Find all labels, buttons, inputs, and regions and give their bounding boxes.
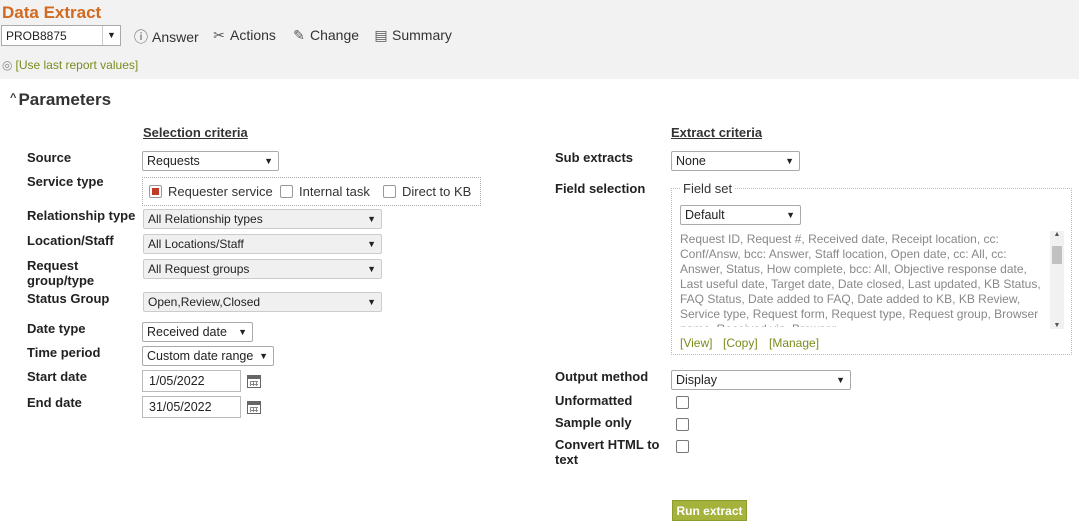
relationship-type-select[interactable]: All Relationship types ▼: [143, 209, 382, 229]
page-title: Data Extract: [2, 3, 102, 22]
direct-to-kb-label: Direct to KB: [402, 184, 472, 199]
relationship-type-label: Relationship type: [27, 208, 136, 223]
chevron-down-icon: ▼: [367, 214, 376, 224]
relationship-type-value: All Relationship types: [148, 212, 263, 226]
time-period-label: Time period: [27, 345, 101, 360]
chevron-down-icon: ▼: [238, 327, 247, 337]
location-staff-select[interactable]: All Locations/Staff ▼: [143, 234, 382, 254]
start-date-input[interactable]: 1/05/2022: [142, 370, 241, 392]
sub-extracts-label: Sub extracts: [555, 150, 634, 165]
view-link[interactable]: [View]: [680, 336, 712, 350]
parameters-heading[interactable]: ^ Parameters: [10, 90, 111, 110]
reference-select[interactable]: PROB8875 ▼: [1, 25, 121, 46]
status-group-label: Status Group: [27, 291, 110, 306]
request-group-label: Request group/type: [27, 258, 95, 288]
eye-icon: ◎: [2, 58, 13, 72]
chevron-down-icon: ▼: [264, 156, 273, 166]
date-type-label: Date type: [27, 321, 86, 336]
tools-icon: ✂: [213, 27, 225, 43]
date-type-value: Received date: [147, 325, 227, 339]
use-last-values-link[interactable]: ◎ [Use last report values]: [2, 58, 138, 72]
chevron-down-icon: ▼: [102, 26, 120, 45]
output-method-value: Display: [676, 373, 717, 387]
answer-label: Answer: [152, 29, 199, 45]
field-selection-label: Field selection: [555, 181, 646, 196]
run-extract-button[interactable]: Run extract: [672, 500, 747, 521]
end-date-label: End date: [27, 395, 82, 410]
source-select[interactable]: Requests ▼: [142, 151, 279, 171]
last-values-label: [Use last report values]: [15, 58, 139, 72]
chevron-down-icon: ▼: [259, 351, 268, 361]
summary-label: Summary: [392, 27, 452, 43]
start-date-label: Start date: [27, 369, 87, 384]
change-label: Change: [310, 27, 360, 43]
chevron-down-icon: ▼: [367, 264, 376, 274]
change-button[interactable]: ✎ Change: [291, 27, 359, 44]
answer-button[interactable]: ⓘ Answer: [133, 27, 199, 47]
field-list-scrollbar[interactable]: ▲ ▼: [1050, 231, 1064, 329]
field-set-group: Field set Default ▼ Request ID, Request …: [671, 181, 1072, 355]
field-set-value: Default: [685, 208, 725, 222]
reference-value: PROB8875: [6, 29, 67, 43]
checkbox-requester-service[interactable]: [149, 185, 162, 198]
info-icon: ⓘ: [134, 29, 148, 45]
source-label: Source: [27, 150, 72, 165]
copy-link[interactable]: [Copy]: [723, 336, 758, 350]
sub-extracts-value: None: [676, 154, 706, 168]
convert-html-checkbox[interactable]: [676, 440, 689, 453]
calendar-icon[interactable]: [247, 401, 261, 414]
service-option-internal[interactable]: Internal task: [280, 184, 370, 199]
location-staff-label: Location/Staff: [27, 233, 114, 248]
actions-label: Actions: [230, 27, 276, 43]
edit-icon: ✎: [293, 27, 305, 43]
chevron-down-icon: ▼: [367, 239, 376, 249]
unformatted-label: Unformatted: [555, 393, 633, 408]
selection-criteria-title: Selection criteria: [143, 125, 248, 140]
checkbox-internal-task[interactable]: [280, 185, 293, 198]
convert-html-label: Convert HTML to text: [555, 437, 660, 467]
scroll-up-icon[interactable]: ▲: [1050, 231, 1064, 238]
time-period-value: Custom date range: [147, 349, 254, 363]
internal-task-label: Internal task: [299, 184, 370, 199]
scroll-down-icon[interactable]: ▼: [1050, 322, 1064, 329]
time-period-select[interactable]: Custom date range ▼: [142, 346, 274, 366]
location-staff-value: All Locations/Staff: [148, 237, 244, 251]
parameters-label: Parameters: [18, 90, 112, 109]
status-group-value: Open,Review,Closed: [148, 295, 261, 309]
field-list: Request ID, Request #, Received date, Re…: [680, 232, 1041, 327]
sample-only-label: Sample only: [555, 415, 632, 430]
service-type-group: Requester service Internal task Direct t…: [142, 177, 481, 206]
calendar-icon[interactable]: [247, 375, 261, 388]
chevron-down-icon: ▼: [786, 210, 795, 220]
chevron-down-icon: ▼: [785, 156, 794, 166]
sample-only-checkbox[interactable]: [676, 418, 689, 431]
output-method-select[interactable]: Display ▼: [671, 370, 851, 390]
service-option-direct-kb[interactable]: Direct to KB: [383, 184, 471, 199]
unformatted-checkbox[interactable]: [676, 396, 689, 409]
scroll-thumb[interactable]: [1052, 246, 1062, 264]
field-set-select[interactable]: Default ▼: [680, 205, 801, 225]
checkbox-direct-to-kb[interactable]: [383, 185, 396, 198]
service-type-label: Service type: [27, 174, 104, 189]
status-group-select[interactable]: Open,Review,Closed ▼: [143, 292, 382, 312]
sub-extracts-select[interactable]: None ▼: [671, 151, 800, 171]
source-value: Requests: [147, 154, 200, 168]
request-group-select[interactable]: All Request groups ▼: [143, 259, 382, 279]
request-group-value: All Request groups: [148, 262, 250, 276]
summary-button[interactable]: ▤ Summary: [373, 27, 452, 44]
service-option-requester[interactable]: Requester service: [149, 184, 273, 199]
chevron-down-icon: ▼: [367, 297, 376, 307]
requester-service-label: Requester service: [168, 184, 273, 199]
date-type-select[interactable]: Received date ▼: [142, 322, 253, 342]
chevron-down-icon: ▼: [836, 375, 845, 385]
manage-link[interactable]: [Manage]: [769, 336, 819, 350]
output-method-label: Output method: [555, 369, 649, 384]
chevron-up-icon: ^: [10, 92, 17, 104]
field-set-legend: Field set: [681, 181, 735, 196]
actions-button[interactable]: ✂ Actions: [211, 27, 276, 44]
end-date-input[interactable]: 31/05/2022: [142, 396, 241, 418]
extract-criteria-title: Extract criteria: [671, 125, 763, 140]
summary-icon: ▤: [374, 27, 388, 43]
